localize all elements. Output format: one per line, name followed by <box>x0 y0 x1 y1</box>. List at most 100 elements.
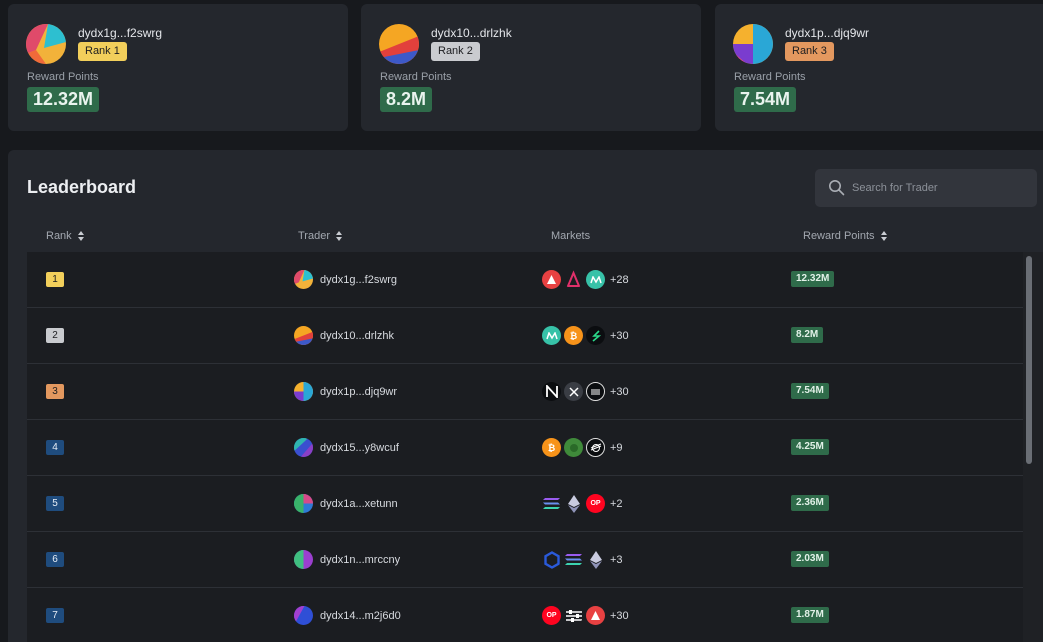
sliders-icon <box>564 606 583 625</box>
rank-chip: 4 <box>46 440 64 455</box>
top-traders-cards: dydx1g...f2swrg Rank 1 Reward Points 12.… <box>8 4 1043 131</box>
sort-icon[interactable] <box>336 231 342 241</box>
markets-cell: OP +30 <box>542 606 629 625</box>
rank-badge: Rank 3 <box>785 42 834 61</box>
column-label: Reward Points <box>803 230 875 242</box>
reward-points-label: Reward Points <box>734 71 806 83</box>
column-header-rank[interactable]: Rank <box>46 230 84 242</box>
table-row[interactable]: 3 dydx1p...djq9wr +30 7.54M <box>27 364 1023 420</box>
more-markets-count[interactable]: +30 <box>610 610 629 622</box>
near-icon <box>542 382 561 401</box>
reward-points-label: Reward Points <box>380 71 452 83</box>
leaderboard-table-body: 1 dydx1g...f2swrg +28 12.32M 2 dydx10...… <box>27 252 1023 642</box>
more-markets-count[interactable]: +30 <box>610 330 629 342</box>
top-trader-card-3[interactable]: dydx1p...djq9wr Rank 3 Reward Points 7.5… <box>715 4 1043 131</box>
column-label: Markets <box>551 230 591 242</box>
column-label: Rank <box>46 230 72 242</box>
reward-points-value: 2.36M <box>791 495 829 511</box>
table-scrollbar[interactable] <box>1023 252 1043 642</box>
sui-icon <box>586 326 605 345</box>
xlm-icon <box>586 438 605 457</box>
table-header: Rank Trader Markets Reward Points <box>27 228 1027 248</box>
rank-badge: Rank 2 <box>431 42 480 61</box>
op-icon: OP <box>586 494 605 513</box>
trader-address: dydx14...m2j6d0 <box>320 609 401 622</box>
trader-cell[interactable]: dydx15...y8wcuf <box>294 438 399 457</box>
trader-cell[interactable]: dydx14...m2j6d0 <box>294 606 401 625</box>
btc-icon: ₿ <box>564 326 583 345</box>
trader-address: dydx1g...f2swrg <box>320 273 398 286</box>
sort-icon[interactable] <box>77 231 84 241</box>
table-row[interactable]: 4 dydx15...y8wcuf ₿ +9 4.25M <box>27 420 1023 476</box>
trader-avatar-icon <box>379 24 419 64</box>
reward-points-value: 7.54M <box>734 87 797 112</box>
trader-address: dydx1a...xetunn <box>320 497 398 510</box>
reward-points-value: 4.25M <box>791 439 829 455</box>
table-row[interactable]: 6 dydx1n...mrccny +3 2.03M <box>27 532 1023 588</box>
table-row[interactable]: 1 dydx1g...f2swrg +28 12.32M <box>27 252 1023 308</box>
leaderboard-title: Leaderboard <box>27 177 137 197</box>
more-markets-count[interactable]: +28 <box>610 274 629 286</box>
markets-cell: ₿ +30 <box>542 326 629 345</box>
scrollbar-thumb[interactable] <box>1026 256 1032 464</box>
trader-cell[interactable]: dydx1p...djq9wr <box>294 382 397 401</box>
trader-address: dydx10...drlzhk <box>431 26 512 40</box>
more-markets-count[interactable]: +9 <box>610 442 623 454</box>
more-markets-count[interactable]: +2 <box>610 498 623 510</box>
table-row[interactable]: 5 dydx1a...xetunn OP +2 2.36M <box>27 476 1023 532</box>
search-box[interactable] <box>815 169 1037 207</box>
cake-icon <box>564 270 583 289</box>
green-token-icon <box>564 438 583 457</box>
column-header-reward-points[interactable]: Reward Points <box>803 230 887 242</box>
reward-points-value: 8.2M <box>791 327 824 343</box>
column-header-trader[interactable]: Trader <box>298 230 342 242</box>
sort-icon[interactable] <box>880 231 887 241</box>
trader-avatar-icon <box>294 550 313 569</box>
table-row[interactable]: 2 dydx10...drlzhk ₿ +30 8.2M <box>27 308 1023 364</box>
eth-icon <box>586 550 605 569</box>
markets-cell: +28 <box>542 270 629 289</box>
leaderboard-panel: Leaderboard Rank Trader Markets Reward P… <box>8 150 1043 642</box>
rank-chip: 7 <box>46 608 64 623</box>
rank-chip: 2 <box>46 328 64 343</box>
rank-chip: 3 <box>46 384 64 399</box>
reward-points-label: Reward Points <box>27 71 99 83</box>
trader-cell[interactable]: dydx1a...xetunn <box>294 494 398 513</box>
btc-icon: ₿ <box>542 438 561 457</box>
mana-icon <box>586 270 605 289</box>
avax-icon <box>586 606 605 625</box>
trader-address: dydx15...y8wcuf <box>320 441 399 454</box>
trader-avatar-icon <box>294 270 313 289</box>
top-trader-card-1[interactable]: dydx1g...f2swrg Rank 1 Reward Points 12.… <box>8 4 348 131</box>
more-markets-count[interactable]: +30 <box>610 386 629 398</box>
trader-cell[interactable]: dydx1g...f2swrg <box>294 270 397 289</box>
trader-avatar-icon <box>733 24 773 64</box>
trader-avatar-icon <box>294 326 313 345</box>
rank-chip: 5 <box>46 496 64 511</box>
column-header-markets: Markets <box>551 230 590 242</box>
markets-cell: +3 <box>542 550 623 569</box>
trader-avatar-icon <box>294 382 313 401</box>
trader-cell[interactable]: dydx10...drlzhk <box>294 326 394 345</box>
trader-address: dydx1p...djq9wr <box>785 26 870 40</box>
rank-chip: 6 <box>46 552 64 567</box>
top-trader-card-2[interactable]: dydx10...drlzhk Rank 2 Reward Points 8.2… <box>361 4 701 131</box>
sol-icon <box>564 550 583 569</box>
reward-points-value: 12.32M <box>791 271 835 287</box>
reward-points-value: 2.03M <box>791 551 829 567</box>
reward-points-value: 8.2M <box>380 87 433 112</box>
sol-icon <box>542 494 561 513</box>
reward-points-value: 7.54M <box>791 383 829 399</box>
rank-badge: Rank 1 <box>78 42 127 61</box>
trader-cell[interactable]: dydx1n...mrccny <box>294 550 400 569</box>
table-row[interactable]: 7 dydx14...m2j6d0 OP +30 1.87M <box>27 588 1023 642</box>
eth-ring-icon <box>586 382 605 401</box>
trader-address: dydx10...drlzhk <box>320 329 394 342</box>
mana-icon <box>542 326 561 345</box>
trader-address: dydx1g...f2swrg <box>78 26 163 40</box>
more-markets-count[interactable]: +3 <box>610 554 623 566</box>
trader-avatar-icon <box>294 438 313 457</box>
trader-avatar-icon <box>26 24 66 64</box>
reward-points-value: 1.87M <box>791 607 829 623</box>
search-input[interactable] <box>852 169 1032 207</box>
